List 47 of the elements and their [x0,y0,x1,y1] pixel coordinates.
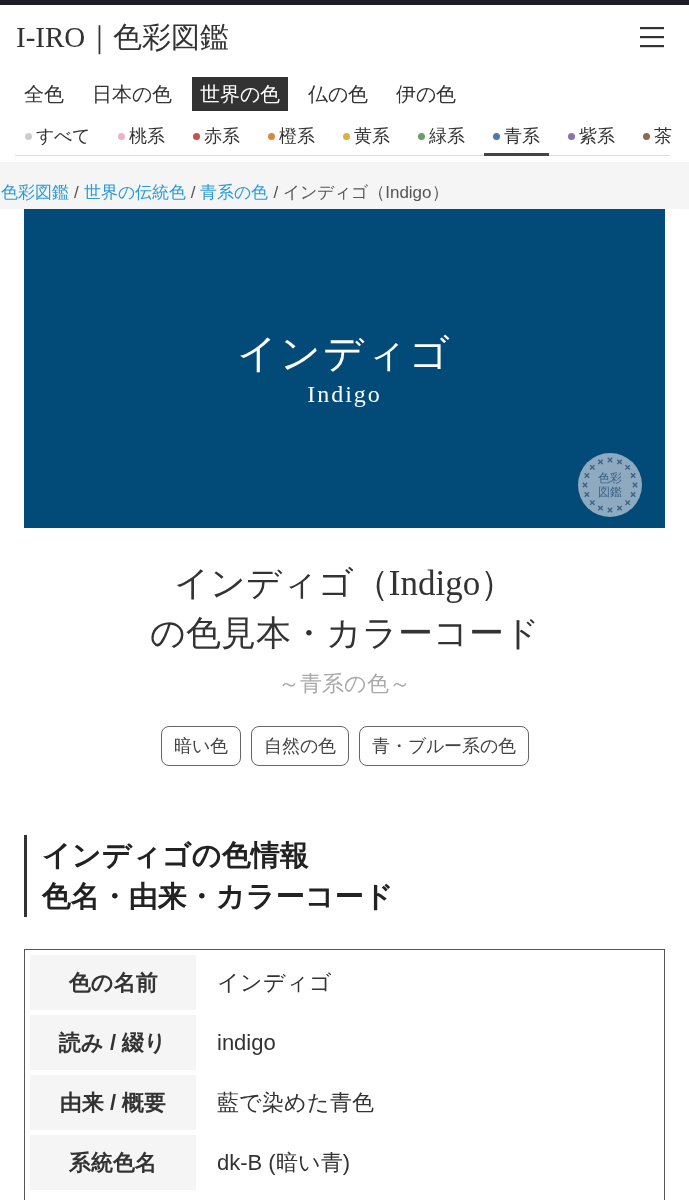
row-value-cell-text: 藍で染めた青色 [216,1088,375,1117]
row-label-cell: 系統色名 [30,1135,196,1190]
seal-icon [578,453,642,517]
breadcrumb-separator: / [273,183,279,202]
row-value-cell-text: indigo [216,1028,277,1057]
color-filter-tab[interactable]: 茶 [634,123,681,156]
filter-label: 紫系 [579,125,615,148]
filter-label: 青系 [504,125,540,148]
site-logo[interactable]: I-IRO｜色彩図鑑 [16,19,230,55]
color-name: インディゴ [237,329,452,378]
color-filter-tab[interactable]: 紫系 [559,123,624,156]
nav-tab[interactable]: 伊の色 [388,77,464,111]
row-label-cell: 読み / 綴り [30,1015,196,1070]
seal-text: 色彩 図鑑 [598,471,622,499]
category-subtitle: ～青系の色～ [277,670,412,698]
tag-chip[interactable]: 暗い色 [160,726,241,766]
menu-icon[interactable] [640,26,664,48]
color-filter-tab[interactable]: 緑系 [409,123,474,156]
nav-tab[interactable]: 日本の色 [84,77,180,111]
color-filter-tab[interactable]: 青系 [484,123,549,156]
color-filter-tab[interactable]: 黄系 [334,123,399,156]
filter-label: 桃系 [129,125,165,148]
row-value-cell-text: dk-B (暗い青) [216,1148,351,1177]
section-heading: インディゴの色情報 色名・由来・カラーコード [24,835,665,917]
color-filter-tab[interactable]: 桃系 [109,123,174,156]
nav-tab[interactable]: 仏の色 [300,77,376,111]
tag-chip[interactable]: 自然の色 [250,726,349,766]
filter-label: 赤系 [204,125,240,148]
filter-label: 橙系 [279,125,315,148]
breadcrumb-current: インディゴ（Indigo） [283,183,449,202]
filter-label: 茶 [654,125,672,148]
row-label-cell: 由来 / 概要 [30,1075,196,1130]
color-filter-tab[interactable]: すべて [16,123,99,156]
row-value-cell-text: インディゴ [216,968,333,997]
color-filter-tab[interactable]: 赤系 [184,123,249,156]
filter-label: 緑系 [429,125,465,148]
breadcrumb-separator: / [74,183,79,202]
breadcrumb-separator: / [190,183,196,202]
nav-tab[interactable]: 全色 [16,77,72,111]
page-title: インディゴ（Indigo） の色見本・カラーコード [148,563,541,655]
color-name-english: Indigo [307,379,382,409]
row-label-cell: 色の名前 [30,955,196,1010]
filter-label: すべて [36,125,90,148]
filter-label: 黄系 [354,125,390,148]
color-filter-tab[interactable]: 橙系 [259,123,324,156]
tag-chip[interactable]: 青・ブルー系の色 [358,726,529,766]
nav-tab[interactable]: 世界の色 [192,77,288,111]
